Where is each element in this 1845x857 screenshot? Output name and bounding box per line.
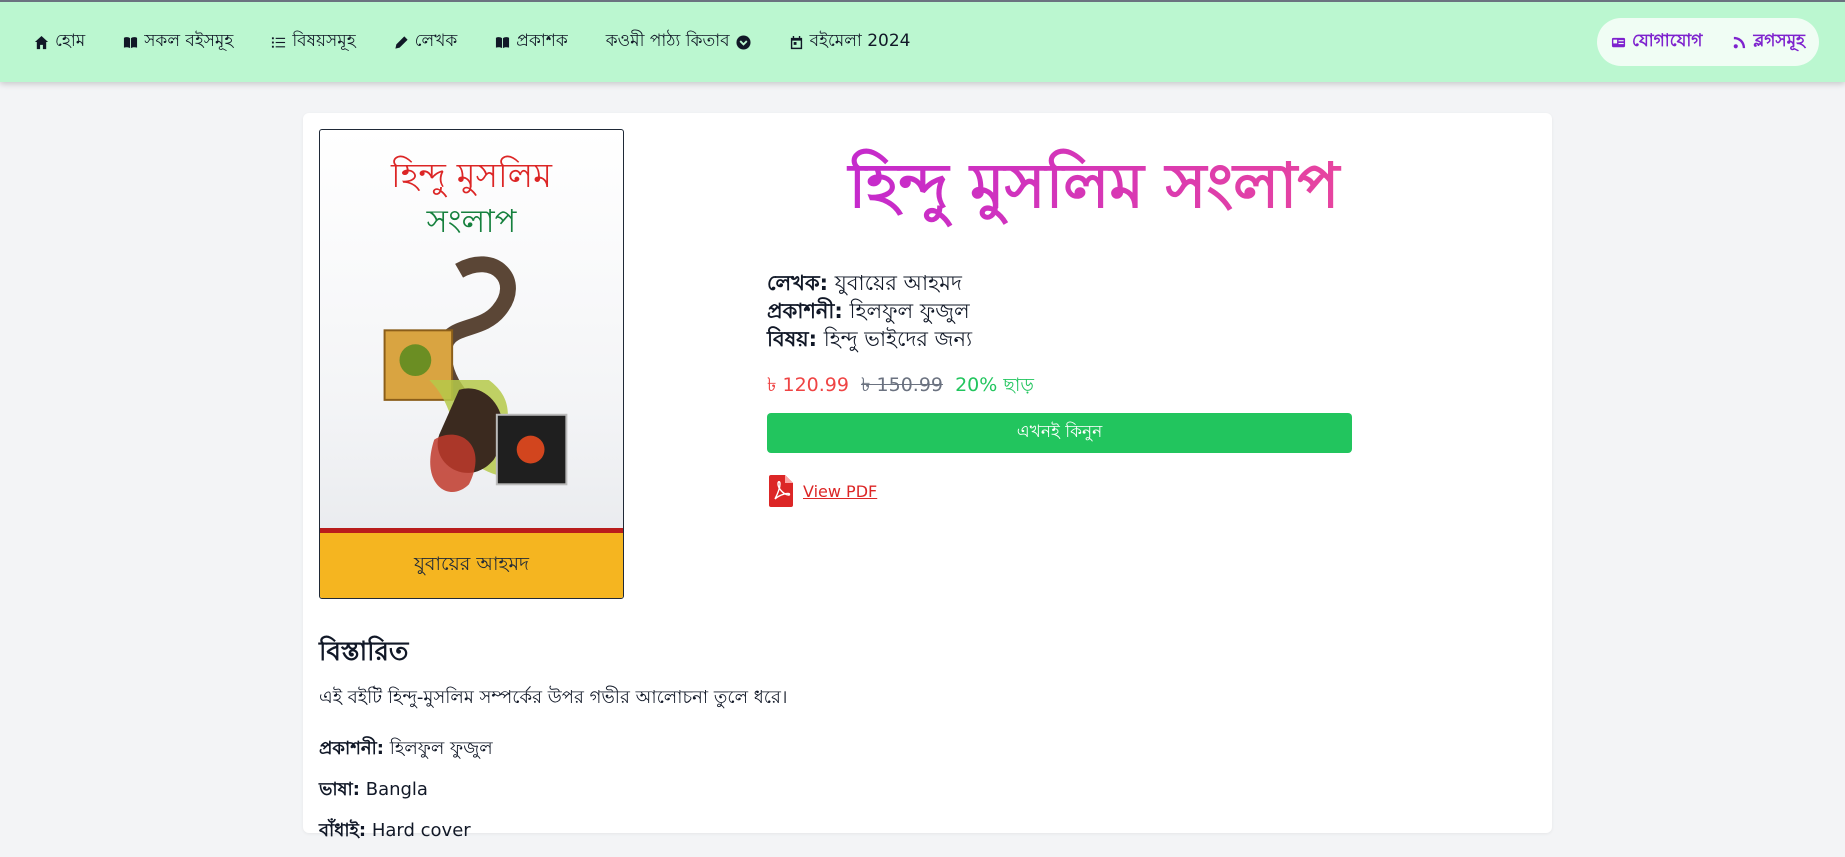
meta-publisher-value: হিলফুল ফুজুল [849, 299, 970, 323]
details-publisher: প্রকাশনী: হিলফুল ফুজুল [319, 734, 1519, 765]
top-navbar: হোম সকল বইসমূহ বিষয়সমূহ লেখক প্রকাশক কও… [0, 0, 1845, 82]
home-icon [34, 35, 49, 49]
nav-home-label: হোম [55, 31, 86, 51]
nav-home[interactable]: হোম [34, 28, 85, 56]
view-pdf-label: View PDF [803, 481, 878, 501]
details-language-label: ভাষা: [319, 779, 360, 800]
nav-all-books-label: সকল বইসমূহ [144, 31, 234, 51]
nav-right-group: যোগাযোগ ব্লগসমূহ [1597, 18, 1819, 66]
cover-author-band: যুবায়ের আহমদ [320, 528, 623, 598]
nav-authors-label: লেখক [414, 31, 458, 51]
details-language-value: Bangla [365, 779, 428, 800]
original-price: ৳ 150.99 [861, 374, 944, 396]
meta-subject-label: বিষয়: [767, 327, 818, 351]
nav-contact[interactable]: যোগাযোগ [1611, 28, 1702, 56]
contact-card-icon [1611, 37, 1626, 47]
book-open-icon [496, 36, 510, 48]
nav-publishers[interactable]: প্রকাশক [495, 28, 568, 56]
cover-artwork [383, 256, 568, 493]
book-detail-card: হিন্দু মুসলিম সংলাপ যুবায়ের আহমদ হিন্দু… [303, 113, 1552, 841]
discount-badge: 20% ছাড় [955, 374, 1034, 396]
book-open-icon [124, 36, 138, 48]
nav-subjects[interactable]: বিষয়সমূহ [271, 28, 356, 56]
meta-author: লেখক: যুবায়ের আহমদ [767, 269, 972, 297]
meta-author-label: লেখক: [767, 271, 829, 295]
meta-publisher: প্রকাশনী: হিলফুল ফুজুল [767, 297, 972, 325]
details-binding-label: বাঁধাই: [319, 820, 367, 841]
meta-subject: বিষয়: হিন্দু ভাইদের জন্য [767, 325, 972, 353]
meta-subject-value: হিন্দু ভাইদের জন্য [823, 327, 973, 351]
details-section: বিস্তারিত এই বইটি হিন্দু-মুসলিম সম্পর্কে… [319, 631, 1519, 857]
details-publisher-label: প্রকাশনী: [319, 738, 384, 759]
nav-subjects-label: বিষয়সমূহ [292, 31, 356, 51]
current-price: ৳ 120.99 [767, 374, 849, 396]
nav-blogs[interactable]: ব্লগসমূহ [1732, 28, 1805, 56]
book-meta: লেখক: যুবায়ের আহমদ প্রকাশনী: হিলফুল ফুজ… [767, 269, 972, 353]
details-language: ভাষা: Bangla [319, 775, 1519, 806]
chevron-down-circle-icon [736, 34, 751, 50]
pen-icon [395, 35, 408, 49]
pdf-file-icon [769, 475, 793, 507]
nav-blogs-label: ব্লগসমূহ [1753, 31, 1805, 51]
price-row: ৳ 120.99 ৳ 150.99 20% ছাড় [767, 371, 1034, 403]
blog-icon [1734, 36, 1746, 48]
meta-publisher-label: প্রকাশনী: [767, 299, 843, 323]
calendar-icon [790, 35, 802, 49]
nav-qawmi-label: কওমী পাঠ্য কিতাব [605, 31, 730, 51]
book-cover-image: হিন্দু মুসলিম সংলাপ যুবায়ের আহমদ [319, 129, 624, 599]
nav-authors[interactable]: লেখক [394, 28, 458, 56]
view-pdf-link[interactable]: View PDF [769, 475, 877, 507]
details-publisher-value: হিলফুল ফুজুল [389, 738, 493, 759]
buy-now-button[interactable]: এখনই কিনুন [767, 413, 1352, 453]
book-title: হিন্দু মুসলিম সংলাপ [779, 139, 1409, 242]
nav-book-fair-label: বইমেলা 2024 [809, 31, 911, 51]
meta-author-value: যুবায়ের আহমদ [834, 271, 962, 295]
details-binding-value: Hard cover [371, 820, 471, 841]
nav-all-books[interactable]: সকল বইসমূহ [123, 28, 233, 56]
details-heading: বিস্তারিত [319, 637, 409, 667]
details-binding: বাঁধাই: Hard cover [319, 816, 1519, 847]
details-description: এই বইটি হিন্দু-মুসলিম সম্পর্কের উপর গভীর… [319, 687, 788, 708]
nav-publishers-label: প্রকাশক [516, 31, 568, 51]
nav-book-fair[interactable]: বইমেলা 2024 [789, 28, 911, 56]
nav-contact-label: যোগাযোগ [1632, 31, 1703, 51]
list-icon [272, 36, 286, 48]
nav-qawmi-books-dropdown[interactable]: কওমী পাঠ্য কিতাব [606, 28, 751, 56]
